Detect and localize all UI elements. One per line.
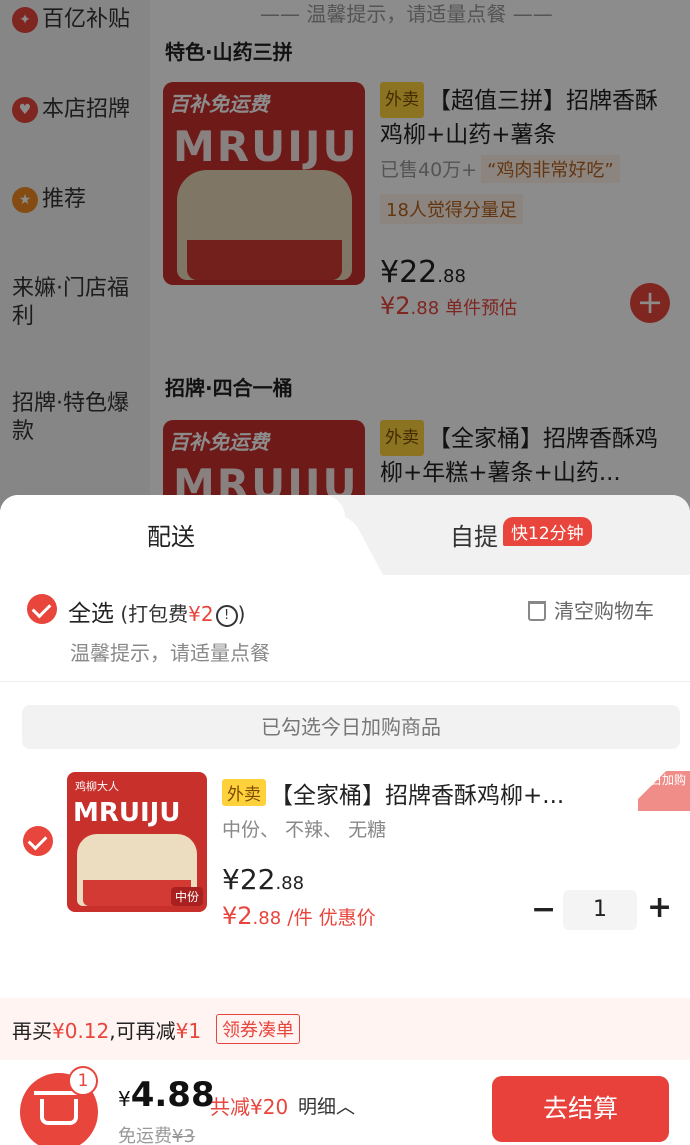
tab-delivery-label[interactable]: 配送 — [147, 517, 195, 552]
disc-int: ¥2 — [222, 902, 253, 930]
delivery-tag: 外卖 — [222, 779, 266, 806]
disc-label: 优惠价 — [318, 907, 376, 929]
get-coupon-button[interactable]: 领券凑单 — [216, 1014, 300, 1044]
promo-prefix: 再买 — [12, 1019, 52, 1043]
select-all-label: 全选 — [68, 601, 114, 627]
cart-sheet: 配送 自提 快12分钟 全选 (打包费¥2!) 清空购物车 温馨提示，请适量点餐… — [0, 495, 690, 1145]
promo-middle: ,可再减 — [109, 1019, 176, 1043]
image-logo: 鸡柳大人 — [75, 780, 119, 793]
packing-fee: (打包费¥2!) — [114, 602, 246, 627]
basket-icon — [34, 1091, 86, 1125]
price-detail-button[interactable]: 明细︿ — [298, 1092, 355, 1119]
disc-unit: /件 — [281, 907, 319, 929]
divider — [0, 681, 690, 682]
price-int: ¥22 — [222, 863, 276, 896]
cart-item-original-price: ¥22.88 — [222, 863, 304, 896]
trash-icon — [528, 601, 546, 621]
quantity-minus-button[interactable]: − — [531, 895, 556, 925]
promo-text: 再买¥0.12,可再减¥1 — [12, 1015, 201, 1044]
disc-dec: .88 — [252, 908, 282, 929]
price-dec: .88 — [275, 873, 305, 894]
cart-item-name: 【全家桶】招牌香酥鸡柳+... — [270, 783, 565, 809]
cart-item-image[interactable]: 鸡柳大人 MRUIJU 中份 — [67, 772, 207, 912]
fee-value: ¥2 — [188, 602, 214, 626]
checked-items-banner: 已勾选今日加购商品 — [22, 705, 680, 749]
tab-pickup-label[interactable]: 自提 — [450, 517, 498, 552]
clear-cart-button[interactable]: 清空购物车 — [528, 595, 654, 624]
info-icon[interactable]: ! — [215, 605, 238, 627]
today-added-badge: 今日加购 — [638, 771, 690, 811]
item-checkbox[interactable] — [23, 826, 53, 856]
clear-cart-label: 清空购物车 — [554, 599, 654, 623]
free-ship-label: 免运费 — [118, 1126, 172, 1145]
fee-prefix: (打包费 — [114, 602, 189, 626]
total-yen: ¥ — [118, 1087, 131, 1111]
cart-item-title[interactable]: 外卖 【全家桶】招牌香酥鸡柳+... — [222, 776, 602, 810]
cart-item-specs: 中份、 不辣、 无糖 — [222, 819, 387, 841]
cart-hint: 温馨提示，请适量点餐 — [70, 641, 270, 665]
quantity-plus-button[interactable]: + — [647, 893, 672, 923]
promo-reduce: ¥1 — [175, 1019, 202, 1043]
select-all-checkbox[interactable] — [27, 594, 57, 624]
fee-suffix: ) — [237, 602, 246, 626]
total-saved: 共减¥20 — [210, 1095, 289, 1119]
checkout-button[interactable]: 去结算 — [492, 1076, 669, 1142]
pickup-fast-badge: 快12分钟 — [503, 517, 592, 546]
total-price: ¥4.88 — [118, 1075, 215, 1115]
delivery-tabs: 配送 自提 快12分钟 — [0, 495, 690, 575]
image-brand: MRUIJU — [73, 798, 181, 828]
cart-item-discount-price: ¥2.88 /件 优惠价 — [222, 902, 376, 930]
total-value: 4.88 — [130, 1075, 215, 1115]
promo-amount: ¥0.12 — [52, 1019, 110, 1043]
free-shipping: 免运费¥3 — [118, 1122, 195, 1145]
quantity-input[interactable]: 1 — [563, 890, 637, 930]
image-size-badge: 中份 — [170, 887, 203, 906]
free-ship-original: ¥3 — [172, 1126, 195, 1145]
select-all[interactable]: 全选 (打包费¥2!) — [68, 594, 245, 628]
cart-count-badge: 1 — [68, 1066, 98, 1096]
